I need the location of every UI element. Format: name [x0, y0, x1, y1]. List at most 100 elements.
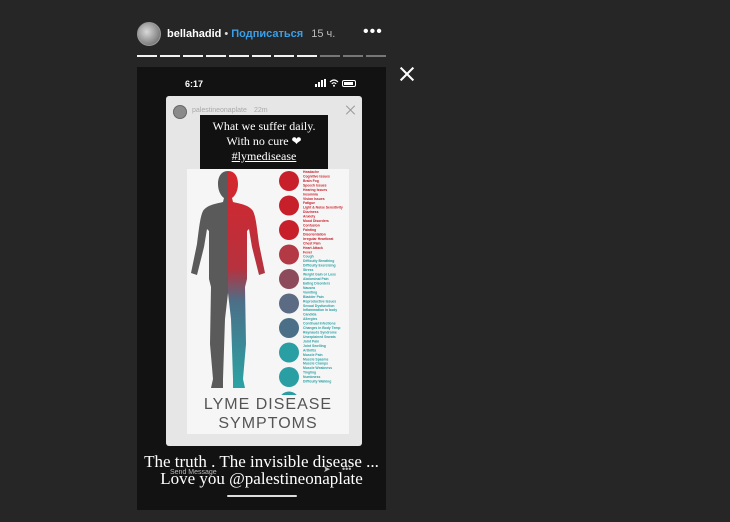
follow-button[interactable]: Подписаться — [231, 28, 303, 40]
symptom-item: Tingling — [303, 371, 316, 375]
close-icon[interactable] — [399, 66, 415, 82]
progress-segment — [274, 55, 295, 57]
symptom-item: Fever — [303, 250, 313, 254]
organ-icon — [279, 244, 299, 265]
progress-segment — [320, 55, 341, 57]
avatar[interactable] — [137, 22, 161, 46]
symptom-item: Hearing Issues — [303, 188, 327, 192]
symptom-item: Muscle Cramps — [303, 362, 328, 366]
progress-segment — [251, 55, 272, 57]
infographic-title: LYME DISEASE SYMPTOMS — [187, 395, 349, 433]
battery-icon — [342, 79, 356, 87]
story-frame[interactable]: 6:17 palestineonaplate 22m What we suffe… — [137, 67, 386, 510]
quote-line-2: With no cure ❤ — [226, 134, 302, 148]
organ-icon — [279, 195, 299, 216]
symptom-item: Raynauds Syndrome — [303, 331, 337, 335]
progress-segment — [205, 55, 226, 57]
symptom-item: Fatigue — [303, 201, 315, 205]
symptom-item: Joint Pain — [303, 339, 319, 343]
home-indicator — [227, 495, 297, 497]
symptom-item: Irregular Heartbeat — [303, 237, 334, 241]
status-time: 6:17 — [185, 79, 204, 89]
symptom-item: Eating Disorders — [303, 281, 330, 285]
status-icons — [315, 79, 356, 87]
signal-icon — [315, 79, 326, 87]
organ-icon — [279, 269, 299, 289]
symptom-item: Arthritis — [303, 348, 316, 352]
progress-segment — [228, 55, 249, 57]
symptom-item: Headache — [303, 170, 319, 174]
symptom-item: Dizziness — [303, 210, 319, 214]
phone-status-bar: 6:17 — [137, 77, 386, 91]
username-link[interactable]: bellahadid — [167, 28, 221, 40]
symptom-item: Confusion — [303, 224, 320, 228]
symptoms-infographic: Headache Cognitive Issues Brain Fog Speech … — [187, 169, 349, 434]
progress-segment — [182, 55, 203, 57]
symptom-item: Bladder Pain — [303, 295, 324, 299]
symptom-item: Vision Issues — [303, 197, 325, 201]
progress-segment — [366, 55, 386, 57]
separator-dot: • — [224, 28, 229, 40]
symptom-item: Vomiting — [303, 290, 317, 294]
organ-icon — [279, 367, 299, 387]
quote-box: What we suffer daily. With no cure ❤ #ly… — [200, 115, 328, 169]
symptom-item: Numbness — [303, 375, 320, 379]
symptom-item: Cough — [303, 255, 314, 259]
symptom-item: Insomnia — [303, 192, 318, 196]
progress-segment — [297, 55, 318, 57]
symptom-item: Muscle Weakness — [303, 366, 332, 370]
organ-icon — [279, 293, 299, 314]
organ-icon — [279, 342, 299, 363]
progress-segment — [343, 55, 364, 57]
symptom-item: Brain Fog — [303, 179, 319, 183]
symptom-item: Difficulty Walking — [303, 380, 331, 384]
symptom-item: Allergies — [303, 317, 317, 321]
symptom-item: Nausea — [303, 286, 315, 290]
symptom-item: Sexual Dysfunction — [303, 304, 334, 308]
story-header: bellahadid • Подписаться 15 ч. — [137, 21, 335, 47]
symptom-item: Weight Gain or Loss — [303, 273, 336, 277]
symptom-item: Stress — [303, 268, 313, 272]
symptom-item: Candida — [303, 313, 316, 317]
send-icon[interactable]: ➤ — [323, 464, 331, 475]
card-username: palestineonaplate — [192, 107, 247, 114]
symptom-item: Fainting — [303, 228, 316, 232]
shared-story-card[interactable]: palestineonaplate 22m What we suffer dai… — [166, 96, 362, 446]
symptom-item: Unexplained Sweats — [303, 335, 336, 339]
symptom-item: Changes in Body Temp — [303, 326, 340, 330]
symptom-item: Mood Disorders — [303, 219, 329, 223]
hashtag: #lymedisease — [231, 149, 297, 163]
card-close-icon — [346, 105, 356, 115]
symptom-item: Difficulty Exercising — [303, 264, 336, 268]
body-figure: HeadacheCognitive IssuesBrain FogSpeech … — [191, 170, 343, 412]
symptom-item: Reproductive Issues — [303, 299, 336, 303]
send-message-input[interactable]: Send Message — [170, 464, 217, 480]
symptom-item: Inflammation in body — [303, 308, 337, 312]
card-time: 22m — [254, 107, 268, 114]
wifi-icon — [329, 79, 339, 87]
organ-icon — [279, 318, 299, 338]
symptom-item: Chest Pain — [303, 241, 321, 245]
symptom-item: Speech Issues — [303, 183, 327, 187]
symptom-item: Heart Attack — [303, 246, 323, 250]
symptom-item: Continual Infections — [303, 322, 336, 326]
more-options-icon[interactable]: ••• — [363, 24, 383, 40]
quote-line-1: What we suffer daily. — [212, 119, 316, 133]
organ-icon — [279, 171, 299, 191]
organ-icon — [279, 220, 299, 240]
symptom-item: Difficulty Breathing — [303, 259, 334, 263]
title-line-2: SYMPTOMS — [218, 415, 318, 432]
symptom-item: Light & Noise Sensitivity — [303, 206, 343, 210]
symptom-item: Cognitive Issues — [303, 174, 330, 178]
card-avatar — [173, 105, 187, 119]
symptom-item: Abdominal Pain — [303, 277, 329, 281]
post-time: 15 ч. — [311, 28, 336, 40]
story-viewer: bellahadid • Подписаться 15 ч. ••• 6:17 … — [0, 0, 730, 522]
symptom-item: Disorientation — [303, 232, 326, 236]
progress-segment — [137, 55, 157, 57]
symptom-item: Muscle Pain — [303, 353, 323, 357]
story-progress — [137, 55, 386, 57]
symptom-item: Joint Swelling — [303, 344, 326, 348]
reply-more-icon[interactable]: ••• — [342, 464, 351, 474]
symptom-item: Muscle Spasms — [303, 357, 329, 361]
